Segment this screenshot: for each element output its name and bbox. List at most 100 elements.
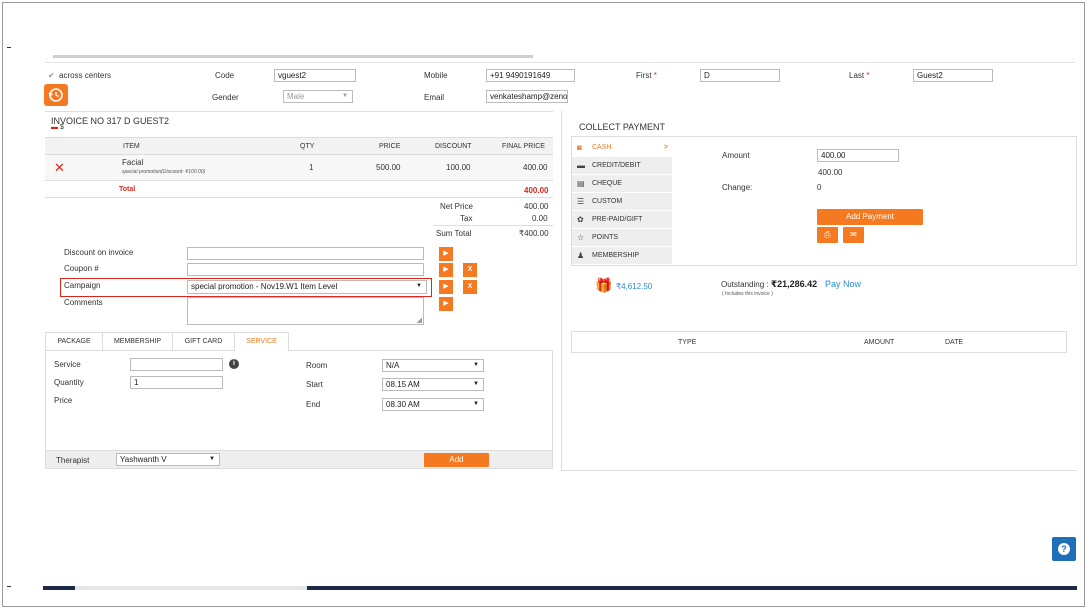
save-comments-button[interactable]: ▶ [439, 297, 453, 311]
campaign-value: special promotion - Nov19.W1 Item Level [191, 282, 338, 291]
gender-label: Gender [212, 93, 239, 102]
play-icon: ▶ [443, 300, 449, 307]
gift-icon: 🎁 [595, 277, 613, 293]
last-name-input[interactable]: Guest2 [913, 69, 993, 82]
remove-item-icon[interactable]: ✕ [54, 161, 65, 174]
add-payment-button[interactable]: Add Payment [817, 209, 923, 225]
mobile-label: Mobile [424, 71, 448, 80]
net-price-value: 400.00 [524, 202, 549, 211]
code-label: Code [215, 71, 235, 80]
clear-coupon-button[interactable]: X [463, 263, 477, 277]
item-qty: 1 [309, 163, 314, 172]
edge-marker [7, 586, 11, 587]
add-service-button[interactable]: Add [424, 453, 489, 467]
payment-methods: ◙ CASH > ▬ CREDIT/DEBIT ▤ CHEQUE ☰ CUSTO… [572, 137, 674, 265]
payment-method-cheque[interactable]: ▤ CHEQUE [572, 175, 672, 193]
outstanding: Outstanding : ₹21,286.42 [721, 279, 817, 290]
payment-history-header: TYPE AMOUNT DATE [571, 331, 1067, 353]
help-button[interactable]: ? [1052, 537, 1076, 561]
tab-bar: PACKAGE MEMBERSHIP GIFT CARD SERVICE [45, 332, 553, 351]
invoice-title: INVOICE NO 317 D GUEST2 [51, 116, 170, 126]
tab-membership[interactable]: MEMBERSHIP [103, 332, 173, 350]
tab-gift-card[interactable]: GIFT CARD [173, 332, 235, 350]
history-icon [48, 88, 63, 102]
payment-method-prepaid-gift[interactable]: ✿ PRE-PAID/GIFT [572, 211, 672, 229]
therapist-value: Yashwanth V [120, 455, 167, 464]
payment-method-cash[interactable]: ◙ CASH > [572, 139, 672, 157]
code-input[interactable]: vguest2 [274, 69, 356, 82]
quantity-label: Quantity [54, 378, 84, 387]
clear-campaign-button[interactable]: X [463, 280, 477, 294]
end-label: End [306, 400, 321, 409]
star-icon: ☆ [577, 233, 585, 242]
history-button[interactable] [44, 84, 68, 106]
room-select[interactable]: N/A ▼ [382, 359, 484, 372]
horizontal-scrollbar[interactable] [43, 586, 1077, 590]
divider [45, 197, 553, 198]
campaign-label: Campaign [64, 281, 101, 290]
outstanding-value: ₹21,286.42 [770, 279, 818, 289]
item-discount: 100.00 [446, 163, 471, 172]
gender-select[interactable]: Male ▼ [283, 90, 353, 103]
therapist-bar: Therapist Yashwanth V ▼ Add [46, 450, 552, 468]
end-time-select[interactable]: 08.30 AM ▼ [382, 398, 484, 411]
item-final-price: 400.00 [523, 163, 548, 172]
play-icon: ▶ [443, 283, 449, 290]
discount-input[interactable] [187, 247, 424, 260]
coupon-label: Coupon # [64, 264, 99, 273]
item-price: 500.00 [376, 163, 401, 172]
service-input[interactable] [130, 358, 223, 371]
room-label: Room [306, 361, 328, 370]
price-label: Price [54, 396, 73, 405]
email-label: Email [424, 93, 445, 102]
amount-echo: 400.00 [818, 168, 843, 177]
panel-divider [561, 111, 562, 471]
amount-input[interactable]: 400.00 [817, 149, 899, 162]
table-row: ✕ Facial special promotion(Discount: ₹10… [45, 155, 553, 181]
apply-campaign-button[interactable]: ▶ [439, 280, 453, 294]
gift-icon: ✿ [577, 215, 584, 224]
mobile-input[interactable]: +91 9490191649 [486, 69, 575, 82]
play-icon: ▶ [443, 250, 449, 257]
outstanding-label: Outstanding : [721, 280, 769, 289]
wallet-balance[interactable]: ₹4,612.50 [616, 282, 652, 291]
credit-card-icon: ▬ [577, 161, 585, 170]
apply-coupon-button[interactable]: ▶ [439, 263, 453, 277]
comments-label: Comments [64, 298, 103, 307]
col-item: ITEM [123, 143, 140, 150]
chevron-down-icon: ▼ [473, 362, 479, 368]
quantity-input[interactable]: 1 [130, 376, 223, 389]
payment-method-points[interactable]: ☆ POINTS [572, 229, 672, 247]
info-icon[interactable]: i [229, 359, 239, 369]
start-time-select[interactable]: 08.15 AM ▼ [382, 378, 484, 391]
payment-method-custom[interactable]: ☰ CUSTOM [572, 193, 672, 211]
email-input[interactable]: venkateshamp@zeno [486, 90, 568, 103]
item-subtext: special promotion(Discount: ₹100.00) [122, 169, 206, 175]
checkbox-icon[interactable]: ✔ [48, 71, 55, 80]
invoice-currency: ▬ $ [51, 124, 64, 131]
col-amount: AMOUNT [864, 339, 895, 346]
scrollbar-thumb[interactable] [75, 586, 307, 590]
item-name: Facial [122, 158, 144, 167]
therapist-select[interactable]: Yashwanth V ▼ [116, 453, 220, 466]
email-receipt-button[interactable]: ✉ [843, 227, 864, 243]
room-value: N/A [386, 361, 400, 370]
resize-handle-icon[interactable]: ◢ [417, 316, 422, 324]
pay-now-link[interactable]: Pay Now [825, 279, 861, 289]
start-time-value: 08.15 AM [386, 380, 420, 389]
net-price-label: Net Price [440, 202, 473, 211]
tab-package[interactable]: PACKAGE [45, 332, 103, 350]
col-qty: QTY [300, 143, 315, 150]
print-button[interactable]: ⎙ [817, 227, 838, 243]
first-name-input[interactable]: D [700, 69, 780, 82]
start-label: Start [306, 380, 323, 389]
tab-service[interactable]: SERVICE [235, 332, 289, 351]
payment-method-credit-debit[interactable]: ▬ CREDIT/DEBIT [572, 157, 672, 175]
comments-textarea[interactable]: ◢ [187, 297, 424, 325]
campaign-select[interactable]: special promotion - Nov19.W1 Item Level … [187, 280, 427, 294]
help-icon: ? [1058, 543, 1070, 555]
apply-discount-button[interactable]: ▶ [439, 247, 453, 261]
outstanding-note: ( Includes this invoice ) [722, 291, 773, 297]
payment-method-membership[interactable]: ♟ MEMBERSHIP [572, 247, 672, 265]
coupon-input[interactable] [187, 263, 424, 276]
